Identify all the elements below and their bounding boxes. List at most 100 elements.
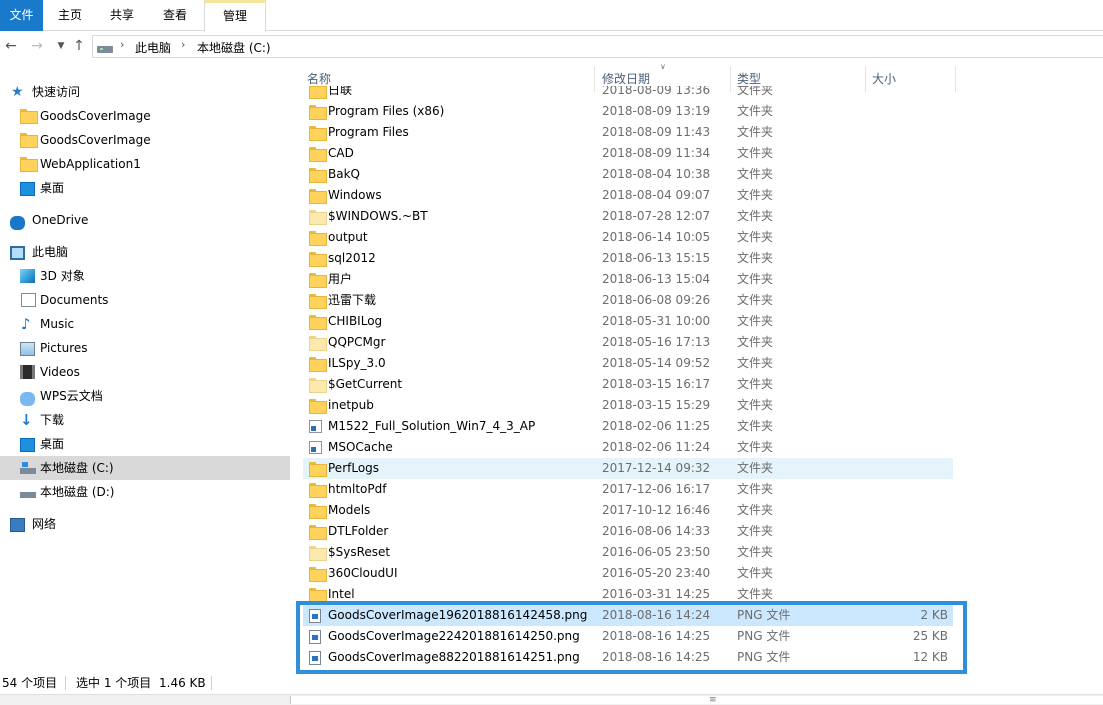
grip-icon: ≡ [709, 695, 717, 705]
file-date: 2018-08-04 10:38 [602, 167, 711, 181]
sidebar-item-quick-access[interactable]: ★ 快速访问 [0, 80, 290, 104]
sidebar-item-documents[interactable]: Documents [0, 288, 290, 312]
sidebar-item-desktop[interactable]: 桌面 [0, 432, 290, 456]
file-type: 文件夹 [737, 503, 774, 517]
ribbon: 文件 主页 共享 查看 管理 [0, 0, 1103, 32]
file-row[interactable]: Windows 2018-08-04 09:07 文件夹 [303, 185, 953, 206]
file-row[interactable]: MSOCache 2018-02-06 11:24 文件夹 [303, 437, 953, 458]
file-row[interactable]: $WINDOWS.~BT 2018-07-28 12:07 文件夹 [303, 206, 953, 227]
file-type: 文件夹 [737, 524, 774, 538]
sidebar-item-label: Documents [40, 293, 109, 307]
sidebar-item-this-pc[interactable]: 此电脑 [0, 240, 290, 264]
sidebar-item-label: GoodsCoverImage [40, 133, 151, 147]
sidebar-item-desktop-pinned[interactable]: 桌面 [0, 176, 290, 200]
file-row[interactable]: CAD 2018-08-09 11:34 文件夹 [303, 143, 953, 164]
file-row[interactable]: DTLFolder 2016-08-06 14:33 文件夹 [303, 521, 953, 542]
sidebar-item-label: 快速访问 [32, 85, 81, 99]
file-date: 2017-10-12 16:46 [602, 503, 711, 517]
computer-icon [10, 246, 25, 260]
file-date: 2018-06-08 09:26 [602, 293, 711, 307]
breadcrumb-this-pc[interactable]: 此电脑 [135, 39, 171, 56]
sidebar-item-3d-objects[interactable]: 3D 对象 [0, 264, 290, 288]
file-type: 文件夹 [737, 251, 774, 265]
file-row[interactable]: M1522_Full_Solution_Win7_4_3_AP 2018-02-0… [303, 416, 953, 437]
music-note-icon: ♪ [21, 315, 31, 333]
file-row[interactable]: output 2018-06-14 10:05 文件夹 [303, 227, 953, 248]
recent-locations-chevron-icon[interactable]: ▼ [52, 36, 70, 56]
scrollbar-thumb[interactable] [290, 696, 1103, 704]
breadcrumb-local-disk-c[interactable]: 本地磁盘 (C:) [197, 39, 271, 56]
file-date: 2016-08-06 14:33 [602, 524, 711, 538]
file-name: Program Files (x86) [328, 104, 445, 118]
sidebar-item-webapplication1[interactable]: WebApplication1 [0, 152, 290, 176]
file-type: 文件夹 [737, 566, 774, 580]
file-row[interactable]: ILSpy_3.0 2018-05-14 09:52 文件夹 [303, 353, 953, 374]
tab-view[interactable]: 查看 [148, 0, 202, 31]
tab-file[interactable]: 文件 [0, 0, 43, 31]
file-name: Windows [328, 188, 382, 202]
sidebar-item-wps-cloud[interactable]: WPS云文档 [0, 384, 290, 408]
file-type: 文件夹 [737, 314, 774, 328]
sidebar-item-goodscoverimage-1[interactable]: GoodsCoverImage [0, 104, 290, 128]
file-row[interactable]: QQPCMgr 2018-05-16 17:13 文件夹 [303, 332, 953, 353]
sidebar-item-videos[interactable]: Videos [0, 360, 290, 384]
file-row[interactable]: $GetCurrent 2018-03-15 16:17 文件夹 [303, 374, 953, 395]
file-row[interactable]: inetpub 2018-03-15 15:29 文件夹 [303, 395, 953, 416]
file-type: 文件夹 [737, 461, 774, 475]
file-name: CAD [328, 146, 354, 160]
address-bar[interactable]: › 此电脑 › 本地磁盘 (C:) [92, 35, 1103, 58]
back-arrow-icon[interactable]: ← [2, 36, 20, 56]
up-arrow-icon[interactable]: ↑ [70, 36, 88, 56]
breadcrumb-separator-icon[interactable]: › [181, 38, 185, 51]
sidebar-item-label: WPS云文档 [40, 389, 103, 403]
tab-home[interactable]: 主页 [44, 0, 96, 31]
star-icon: ★ [11, 84, 24, 100]
status-divider [65, 676, 66, 690]
file-type: 文件夹 [737, 482, 774, 496]
file-row[interactable]: sql2012 2018-06-13 15:15 文件夹 [303, 248, 953, 269]
file-row[interactable]: PerfLogs 2017-12-14 09:32 文件夹 [303, 458, 953, 479]
sidebar-item-local-disk-c[interactable]: 本地磁盘 (C:) [0, 456, 290, 480]
file-type: 文件夹 [737, 188, 774, 202]
file-row[interactable]: htmltoPdf 2017-12-06 16:17 文件夹 [303, 479, 953, 500]
file-name: htmltoPdf [328, 482, 387, 496]
sidebar-item-label: WebApplication1 [40, 157, 141, 171]
breadcrumb-separator-icon[interactable]: › [120, 38, 124, 51]
file-row[interactable]: 迅雷下载 2018-06-08 09:26 文件夹 [303, 290, 953, 311]
sidebar-item-downloads[interactable]: ↓ 下载 [0, 408, 290, 432]
file-row[interactable]: Program Files 2018-08-09 11:43 文件夹 [303, 122, 953, 143]
file-name: Program Files [328, 125, 409, 139]
file-type: 文件夹 [737, 272, 774, 286]
file-row[interactable]: Program Files (x86) 2018-08-09 13:19 文件夹 [303, 101, 953, 122]
3d-objects-icon [20, 269, 35, 283]
status-bar: 54 个项目 选中 1 个项目 1.46 KB [0, 672, 1103, 694]
tab-share[interactable]: 共享 [97, 0, 147, 31]
sidebar-item-music[interactable]: ♪ Music [0, 312, 290, 336]
file-date: 2018-08-09 13:19 [602, 104, 711, 118]
file-row[interactable]: 360CloudUI 2016-05-20 23:40 文件夹 [303, 563, 953, 584]
file-row[interactable]: Models 2017-10-12 16:46 文件夹 [303, 500, 953, 521]
file-row[interactable]: $SysReset 2016-06-05 23:50 文件夹 [303, 542, 953, 563]
navigation-bar: ← → ▼ ↑ › 此电脑 › 本地磁盘 (C:) [0, 32, 1103, 60]
file-row[interactable]: CHIBILog 2018-05-31 10:00 文件夹 [303, 311, 953, 332]
file-date: 2018-06-13 15:15 [602, 251, 711, 265]
file-row[interactable]: 日联 2018-08-09 13:36 文件夹 [303, 86, 953, 101]
file-type: 文件夹 [737, 419, 774, 433]
sidebar-item-pictures[interactable]: Pictures [0, 336, 290, 360]
forward-arrow-icon[interactable]: → [28, 36, 46, 56]
file-name: $SysReset [328, 545, 391, 559]
sidebar-item-network[interactable]: 网络 [0, 512, 290, 536]
file-row[interactable]: BakQ 2018-08-04 10:38 文件夹 [303, 164, 953, 185]
file-date: 2018-07-28 12:07 [602, 209, 711, 223]
file-type: 文件夹 [737, 440, 774, 454]
tab-manage[interactable]: 管理 [204, 0, 266, 32]
sidebar-item-goodscoverimage-2[interactable]: GoodsCoverImage [0, 128, 290, 152]
sidebar-item-local-disk-d[interactable]: 本地磁盘 (D:) [0, 480, 290, 504]
file-type: 文件夹 [737, 86, 774, 97]
sidebar-item-onedrive[interactable]: OneDrive [0, 208, 290, 232]
file-row[interactable]: 用户 2018-06-13 15:04 文件夹 [303, 269, 953, 290]
sidebar-item-label: 3D 对象 [40, 269, 85, 283]
selected-size: 1.46 KB [159, 676, 206, 690]
horizontal-scrollbar[interactable]: ≡ [0, 694, 1103, 705]
sidebar-item-label: 此电脑 [32, 245, 69, 259]
